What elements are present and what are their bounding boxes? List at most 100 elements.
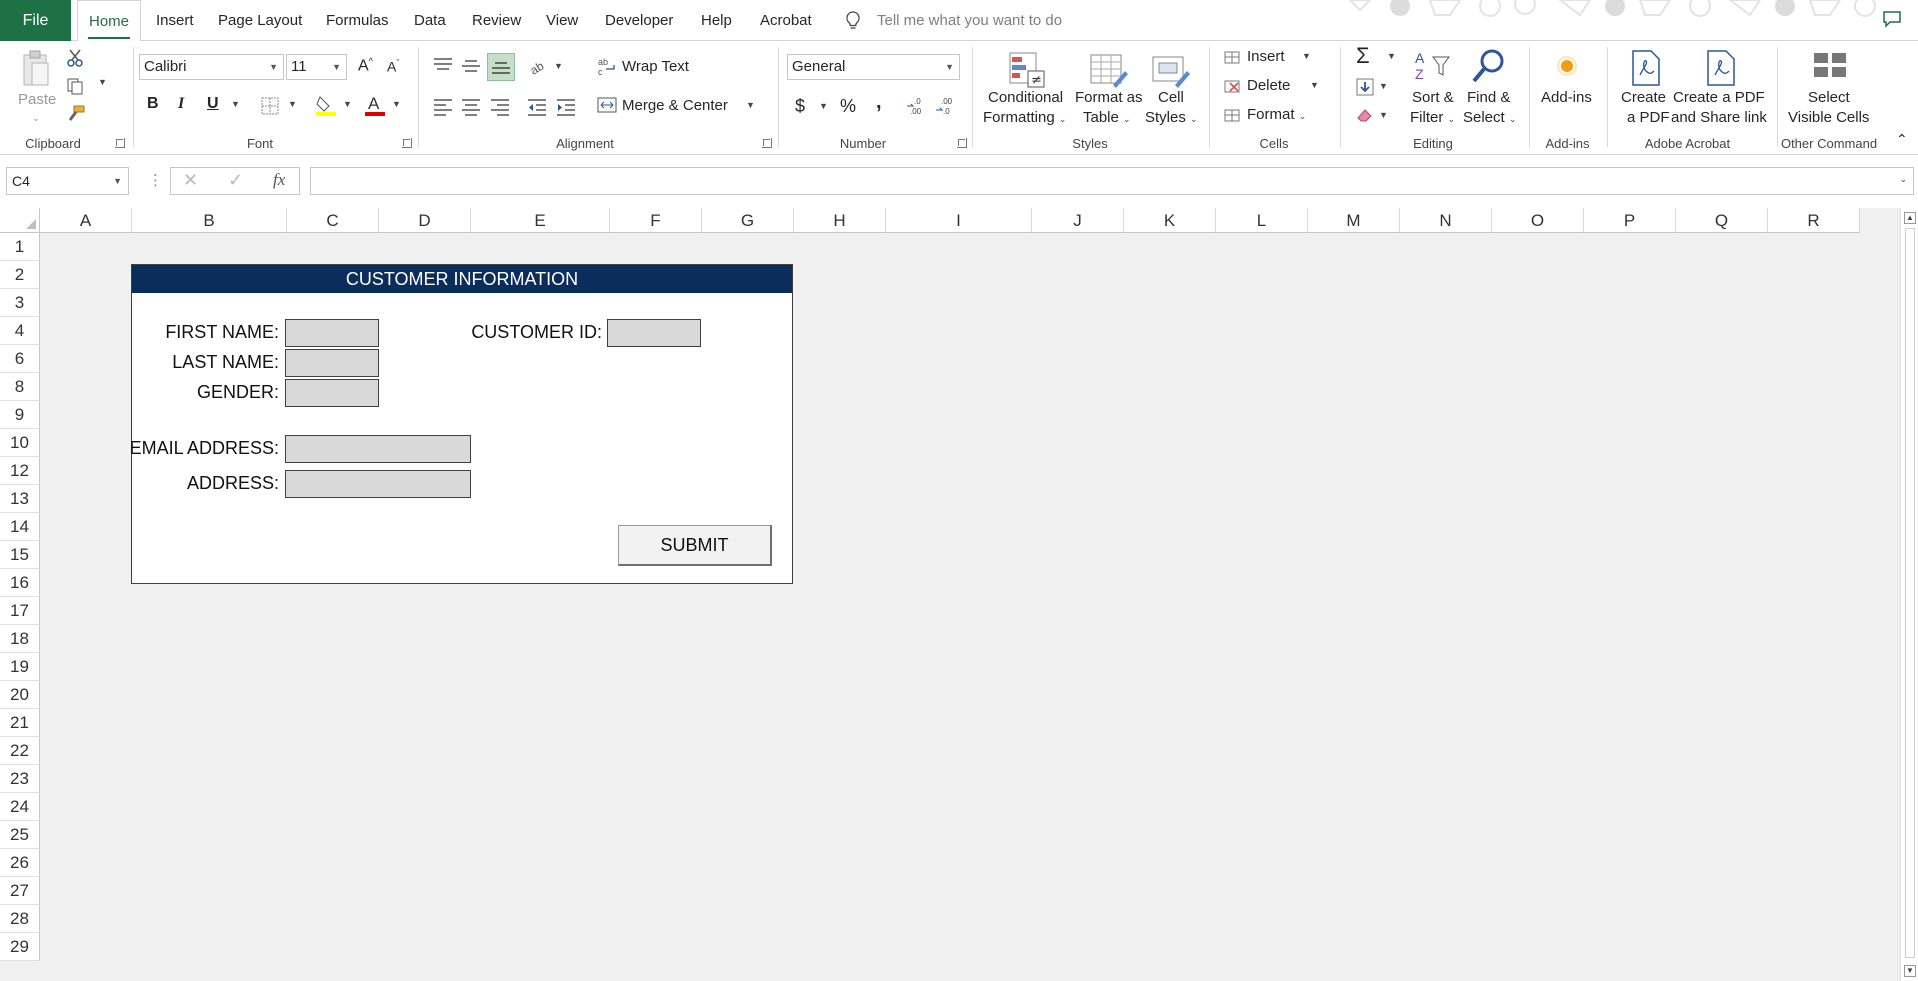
column-header-f[interactable]: F: [610, 208, 702, 233]
format-painter-icon[interactable]: [66, 104, 86, 122]
expand-formula-bar-chevron-icon[interactable]: ⌄: [1899, 174, 1907, 185]
column-header-k[interactable]: K: [1124, 208, 1216, 233]
find-select-label-2[interactable]: Select ⌄: [1463, 109, 1516, 126]
select-visible-cells-label-2[interactable]: Visible Cells: [1788, 109, 1869, 126]
insert-cells-button[interactable]: Insert: [1247, 48, 1285, 65]
column-header-q[interactable]: Q: [1676, 208, 1768, 233]
copy-icon[interactable]: [66, 77, 86, 95]
tab-home[interactable]: Home: [77, 0, 142, 42]
column-header-m[interactable]: M: [1308, 208, 1400, 233]
column-header-d[interactable]: D: [379, 208, 471, 233]
underline-dropdown-chevron-icon[interactable]: ▼: [231, 99, 240, 109]
select-visible-cells-icon[interactable]: [1812, 51, 1848, 81]
font-name-dropdown[interactable]: Calibri ▼: [139, 54, 284, 80]
cut-icon[interactable]: [66, 49, 84, 67]
row-header-13[interactable]: 13: [0, 485, 40, 513]
column-header-l[interactable]: L: [1216, 208, 1308, 233]
column-header-g[interactable]: G: [702, 208, 794, 233]
align-left-icon[interactable]: [433, 98, 453, 116]
currency-dropdown-chevron-icon[interactable]: ▼: [819, 101, 828, 111]
column-header-b[interactable]: B: [132, 208, 287, 233]
fill-dropdown-chevron-icon[interactable]: ▼: [1379, 81, 1388, 91]
borders-icon[interactable]: [261, 97, 279, 115]
row-header-20[interactable]: 20: [0, 681, 40, 709]
cell-styles-label[interactable]: Cell: [1158, 89, 1184, 106]
enter-check-icon[interactable]: ✓: [228, 170, 243, 191]
create-pdf-label[interactable]: Create: [1621, 89, 1666, 106]
conditional-formatting-icon[interactable]: ≠: [1008, 51, 1048, 91]
tab-formulas[interactable]: Formulas: [326, 0, 389, 41]
create-share-pdf-label[interactable]: Create a PDF: [1673, 89, 1765, 106]
tab-review[interactable]: Review: [472, 0, 521, 41]
merge-center-button[interactable]: Merge & Center: [622, 97, 728, 114]
percent-button[interactable]: %: [840, 96, 856, 117]
row-header-26[interactable]: 26: [0, 849, 40, 877]
underline-button[interactable]: U: [207, 95, 219, 113]
tab-view[interactable]: View: [546, 0, 578, 41]
fill-color-dropdown-chevron-icon[interactable]: ▼: [343, 99, 352, 109]
tell-me-search[interactable]: Tell me what you want to do: [877, 0, 1062, 41]
wrap-text-button[interactable]: Wrap Text: [622, 58, 689, 75]
orientation-dropdown-chevron-icon[interactable]: ▼: [554, 61, 563, 71]
alignment-launcher-icon[interactable]: [762, 138, 772, 148]
row-header-9[interactable]: 9: [0, 401, 40, 429]
scrollbar-thumb[interactable]: [1905, 228, 1915, 958]
top-align-icon[interactable]: [433, 57, 453, 75]
row-header-27[interactable]: 27: [0, 877, 40, 905]
insert-cells-dropdown-chevron-icon[interactable]: ▼: [1302, 51, 1311, 61]
create-share-pdf-icon[interactable]: [1705, 49, 1737, 87]
row-header-10[interactable]: 10: [0, 429, 40, 457]
paste-icon[interactable]: [20, 49, 52, 89]
row-header-4[interactable]: 4: [0, 317, 40, 345]
font-color-icon[interactable]: A: [364, 93, 386, 117]
column-header-o[interactable]: O: [1492, 208, 1584, 233]
format-as-table-label[interactable]: Format as: [1075, 89, 1143, 106]
email-address-field[interactable]: [285, 435, 471, 463]
column-header-j[interactable]: J: [1032, 208, 1124, 233]
scroll-down-arrow-icon[interactable]: ▼: [1904, 965, 1916, 977]
row-header-28[interactable]: 28: [0, 905, 40, 933]
font-size-dropdown[interactable]: 11 ▼: [286, 54, 347, 80]
conditional-formatting-label[interactable]: Conditional: [988, 89, 1063, 106]
format-as-table-label-2[interactable]: Table ⌄: [1083, 109, 1131, 126]
tab-data[interactable]: Data: [414, 0, 446, 41]
italic-button[interactable]: I: [178, 95, 184, 113]
name-box[interactable]: C4 ▼: [6, 167, 129, 195]
create-pdf-icon[interactable]: [1630, 49, 1662, 87]
submit-button[interactable]: SUBMIT: [618, 525, 772, 566]
sort-filter-label[interactable]: Sort &: [1412, 89, 1454, 106]
worksheet-grid[interactable]: ABCDEFGHIJKLMNOPQR 1 2 3 4 6 8 9 10 12 13 14 15 16 17…: [0, 208, 1918, 981]
insert-function-icon[interactable]: fx: [273, 170, 285, 190]
tab-acrobat[interactable]: Acrobat: [760, 0, 812, 41]
column-header-r[interactable]: R: [1768, 208, 1860, 233]
bold-button[interactable]: B: [147, 95, 159, 113]
fill-down-icon[interactable]: [1356, 78, 1374, 96]
file-tab[interactable]: File: [0, 0, 71, 41]
row-header-21[interactable]: 21: [0, 709, 40, 737]
add-ins-icon[interactable]: [1556, 55, 1578, 77]
add-ins-button[interactable]: Add-ins: [1541, 89, 1592, 106]
align-center-icon[interactable]: [461, 98, 481, 116]
borders-dropdown-chevron-icon[interactable]: ▼: [288, 99, 297, 109]
comma-style-button[interactable]: ,: [876, 91, 882, 114]
font-launcher-icon[interactable]: [402, 138, 412, 148]
collapse-ribbon-chevron-up-icon[interactable]: ⌃: [1896, 131, 1908, 148]
row-header-6[interactable]: 6: [0, 345, 40, 373]
clear-dropdown-chevron-icon[interactable]: ▼: [1379, 110, 1388, 120]
formula-input[interactable]: ⌄: [310, 167, 1914, 195]
row-header-22[interactable]: 22: [0, 737, 40, 765]
scroll-up-arrow-icon[interactable]: ▲: [1904, 212, 1916, 224]
address-field[interactable]: [285, 470, 471, 498]
select-visible-cells-label[interactable]: Select: [1808, 89, 1850, 106]
fill-color-icon[interactable]: [315, 93, 337, 117]
font-color-dropdown-chevron-icon[interactable]: ▼: [392, 99, 401, 109]
copy-dropdown-chevron-icon[interactable]: ▼: [98, 77, 107, 87]
column-header-h[interactable]: H: [794, 208, 886, 233]
merge-center-dropdown-chevron-icon[interactable]: ▼: [746, 100, 755, 110]
tab-help[interactable]: Help: [701, 0, 732, 41]
format-as-table-icon[interactable]: [1089, 51, 1129, 91]
delete-cells-icon[interactable]: [1224, 78, 1242, 94]
middle-align-icon[interactable]: [461, 57, 481, 75]
decrease-font-size-icon[interactable]: Aˇ: [387, 58, 399, 75]
more-options-icon[interactable]: ⋮: [148, 171, 163, 189]
